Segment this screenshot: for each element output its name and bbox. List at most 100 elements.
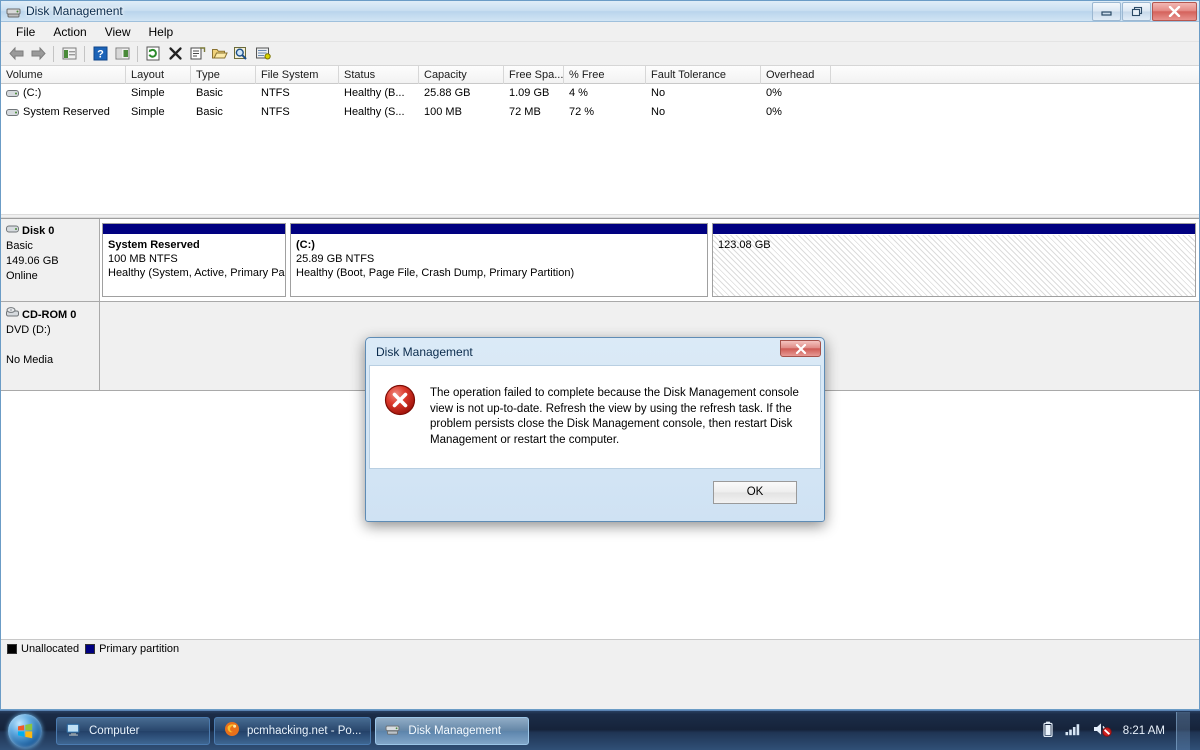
battery-icon[interactable] xyxy=(1042,721,1054,741)
taskbar-button-browser[interactable]: pcmhacking.net - Po... xyxy=(214,716,372,745)
legend-item-primary-partition: Primary partition xyxy=(85,643,179,655)
restore-button[interactable] xyxy=(1122,2,1151,21)
legend-label-unallocated: Unallocated xyxy=(21,642,80,655)
system-tray: 8:21 AM xyxy=(1042,711,1200,750)
close-button[interactable] xyxy=(1152,2,1197,21)
forward-icon[interactable] xyxy=(27,43,49,64)
partition-color-bar xyxy=(713,224,1195,235)
partition-color-bar xyxy=(103,224,285,235)
table-row[interactable]: System Reserved Simple Basic NTFS Health… xyxy=(1,103,1199,122)
disk-status: Online xyxy=(6,270,38,282)
disk-row-disk0: Disk 0 Basic 149.06 GB Online System Res… xyxy=(1,219,1199,302)
cell-layout: Simple xyxy=(131,87,165,99)
cell-capacity: 25.88 GB xyxy=(424,87,471,99)
window-title: Disk Management xyxy=(26,4,123,18)
up-one-level-icon[interactable] xyxy=(58,43,80,64)
dialog-close-button[interactable] xyxy=(780,340,821,357)
window-controls xyxy=(1092,2,1197,21)
cdrom-icon xyxy=(6,307,19,323)
disk-info-panel[interactable]: Disk 0 Basic 149.06 GB Online xyxy=(1,219,100,301)
taskbar-label: pcmhacking.net - Po... xyxy=(247,724,362,737)
cell-free-space: 72 MB xyxy=(509,106,541,118)
volume-list-header: Volume Layout Type File System Status Ca… xyxy=(1,66,1199,84)
legend-label-primary-partition: Primary partition xyxy=(99,642,180,655)
column-header-fault-tolerance[interactable]: Fault Tolerance xyxy=(646,66,761,84)
rescan-disks-icon[interactable] xyxy=(252,43,274,64)
start-button[interactable] xyxy=(2,712,48,750)
legend-item-unallocated: Unallocated xyxy=(7,643,79,655)
windows-logo-icon xyxy=(8,713,42,748)
cell-overhead: 0% xyxy=(766,106,782,118)
partition-system-reserved[interactable]: System Reserved 100 MB NTFS Healthy (Sys… xyxy=(102,223,286,297)
error-dialog: Disk Management The operation failed to … xyxy=(365,337,825,522)
toolbar-separator xyxy=(84,45,85,62)
partition-name: (C:) xyxy=(296,239,315,251)
partition-status: Healthy (Boot, Page File, Crash Dump, Pr… xyxy=(296,267,575,279)
dialog-footer: OK xyxy=(369,469,821,515)
cell-volume: (C:) xyxy=(23,87,42,99)
minimize-button[interactable] xyxy=(1092,2,1121,21)
show-hide-console-tree-icon[interactable] xyxy=(111,43,133,64)
cell-percent-free: 4 % xyxy=(569,87,588,99)
window-titlebar: Disk Management xyxy=(1,1,1199,22)
column-header-status[interactable]: Status xyxy=(339,66,419,84)
show-desktop-button[interactable] xyxy=(1176,711,1190,750)
cdrom-info-panel[interactable]: CD-ROM 0 DVD (D:) No Media xyxy=(1,302,100,390)
cell-file-system: NTFS xyxy=(261,106,290,118)
legend-swatch-primary-partition xyxy=(85,643,96,654)
refresh-icon[interactable] xyxy=(142,43,164,64)
taskbar: Computer pcmhacking.net - Po... Disk Man… xyxy=(0,710,1200,750)
open-icon[interactable] xyxy=(208,43,230,64)
error-icon xyxy=(384,384,416,458)
legend: Unallocated Primary partition xyxy=(1,639,1199,657)
cell-fault-tolerance: No xyxy=(651,106,666,118)
cdrom-status: No Media xyxy=(6,354,54,366)
back-icon[interactable] xyxy=(5,43,27,64)
cell-type: Basic xyxy=(196,106,223,118)
partition-c-drive[interactable]: (C:) 25.89 GB NTFS Healthy (Boot, Page F… xyxy=(290,223,708,297)
column-header-overhead[interactable]: Overhead xyxy=(761,66,831,84)
taskbar-button-computer[interactable]: Computer xyxy=(56,716,210,745)
search-icon[interactable] xyxy=(230,43,252,64)
legend-swatch-unallocated xyxy=(7,643,17,654)
menu-bar: File Action View Help xyxy=(1,22,1199,42)
partition-name: System Reserved xyxy=(108,239,200,251)
network-signal-icon[interactable] xyxy=(1065,722,1082,739)
disk-management-icon xyxy=(385,722,401,739)
column-header-free-space[interactable]: Free Spa... xyxy=(504,66,564,84)
column-header-file-system[interactable]: File System xyxy=(256,66,339,84)
computer-icon xyxy=(66,722,82,740)
delete-icon[interactable] xyxy=(164,43,186,64)
volume-muted-icon[interactable] xyxy=(1093,721,1112,740)
menu-action[interactable]: Action xyxy=(44,23,95,41)
partition-size: 100 MB NTFS xyxy=(108,253,178,265)
disk-management-icon xyxy=(6,4,21,19)
column-header-capacity[interactable]: Capacity xyxy=(419,66,504,84)
column-header-volume[interactable]: Volume xyxy=(1,66,126,84)
partition-unallocated[interactable]: 123.08 GB xyxy=(712,223,1196,297)
cell-free-space: 1.09 GB xyxy=(509,87,550,99)
taskbar-button-disk-management[interactable]: Disk Management xyxy=(375,716,530,745)
column-header-type[interactable]: Type xyxy=(191,66,256,84)
menu-view[interactable]: View xyxy=(96,23,140,41)
disk-size: 149.06 GB xyxy=(6,255,59,267)
cell-capacity: 100 MB xyxy=(424,106,462,118)
partition-name: 123.08 GB xyxy=(718,239,771,251)
table-row[interactable]: (C:) Simple Basic NTFS Healthy (B... 25.… xyxy=(1,84,1199,103)
clock[interactable]: 8:21 AM xyxy=(1123,725,1165,737)
column-header-percent-free[interactable]: % Free xyxy=(564,66,646,84)
menu-file[interactable]: File xyxy=(7,23,44,41)
taskbar-label: Computer xyxy=(89,724,140,737)
ok-button[interactable]: OK xyxy=(713,480,797,504)
dialog-body: The operation failed to complete because… xyxy=(369,365,821,469)
cell-status: Healthy (B... xyxy=(344,87,405,99)
firefox-icon xyxy=(224,721,240,740)
partition-color-bar xyxy=(291,224,707,235)
cell-type: Basic xyxy=(196,87,223,99)
help-icon[interactable]: ? xyxy=(89,43,111,64)
column-header-layout[interactable]: Layout xyxy=(126,66,191,84)
menu-help[interactable]: Help xyxy=(140,23,183,41)
cdrom-name: CD-ROM 0 xyxy=(22,308,77,321)
properties-icon[interactable] xyxy=(186,43,208,64)
taskbar-label: Disk Management xyxy=(408,724,502,737)
